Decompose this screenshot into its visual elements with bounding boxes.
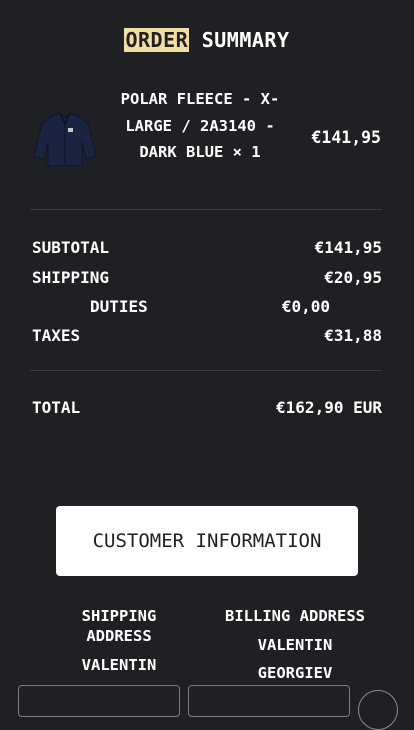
total-value: €162,90 EUR <box>276 398 382 417</box>
taxes-value: €31,88 <box>324 326 382 345</box>
page-title: ORDER SUMMARY <box>0 28 414 52</box>
divider <box>30 209 382 210</box>
shipping-address-heading: SHIPPING ADDRESS <box>81 607 157 645</box>
billing-last-name: GEORGIEV <box>257 664 333 682</box>
duties-value: €0,00 <box>281 297 330 316</box>
title-rest: SUMMARY <box>189 28 290 52</box>
subtotal-value: €141,95 <box>314 238 382 257</box>
duties-label: DUTIES <box>90 297 148 316</box>
title-highlight: ORDER <box>124 28 190 52</box>
total-label: TOTAL <box>32 398 81 417</box>
circle-button[interactable] <box>358 690 398 730</box>
taxes-label: TAXES <box>32 326 81 345</box>
shipping-name: VALENTIN <box>81 656 157 674</box>
subtotal-label: SUBTOTAL <box>32 238 110 257</box>
billing-address-heading: BILLING ADDRESS <box>225 607 365 625</box>
billing-first-name: VALENTIN <box>257 636 333 654</box>
product-name: POLAR FLEECE - X-LARGE / 2A3140 - DARK B… <box>120 90 280 161</box>
divider <box>30 370 382 371</box>
shipping-label: SHIPPING <box>32 268 110 287</box>
billing-edit-button[interactable] <box>188 685 350 717</box>
product-image <box>30 110 100 168</box>
shipping-value: €20,95 <box>324 268 382 287</box>
shipping-edit-button[interactable] <box>18 685 180 717</box>
product-price: €141,95 <box>311 128 381 147</box>
customer-information-button[interactable]: CUSTOMER INFORMATION <box>56 506 358 576</box>
